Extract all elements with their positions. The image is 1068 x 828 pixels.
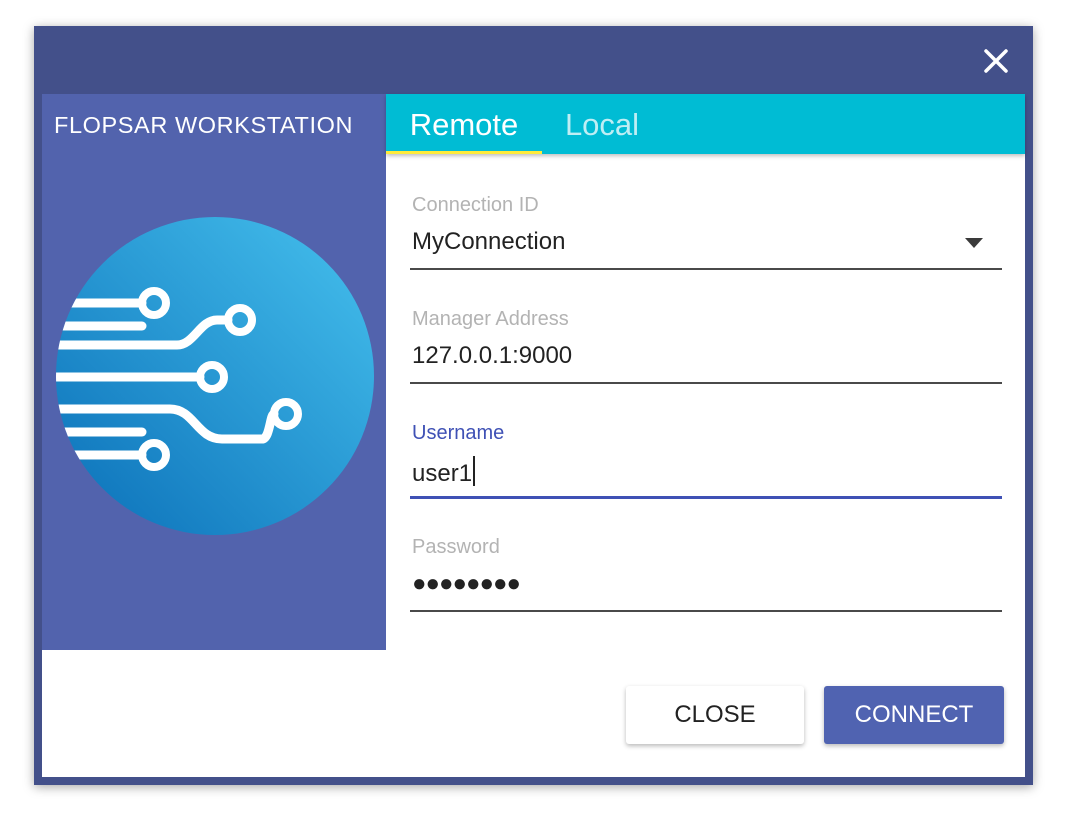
dropdown-arrow-icon[interactable] (965, 238, 983, 248)
username-label: Username (412, 422, 505, 444)
connect-button[interactable]: CONNECT (824, 686, 1004, 744)
sidebar: FLOPSAR WORKSTATION (42, 94, 386, 650)
connection-id-value[interactable]: MyConnection (412, 228, 565, 256)
close-button[interactable]: CLOSE (626, 686, 804, 744)
connection-id-underline (410, 268, 1002, 270)
password-input[interactable]: ●●●●●●●● (412, 570, 521, 598)
manager-address-label: Manager Address (412, 308, 569, 330)
tab-local[interactable]: Local (542, 94, 662, 154)
connection-dialog: FLOPSAR WORKSTATION Remote Local Connect… (34, 26, 1033, 785)
username-field[interactable]: Username user1 (410, 422, 1002, 502)
username-input[interactable]: user1 (412, 456, 476, 488)
close-icon[interactable] (979, 44, 1013, 78)
connection-id-label: Connection ID (412, 194, 539, 216)
text-caret (473, 456, 476, 486)
connection-id-select[interactable]: Connection ID MyConnection (410, 194, 1002, 274)
password-underline (410, 610, 1002, 612)
active-tab-indicator (386, 151, 542, 154)
manager-address-underline (410, 382, 1002, 384)
username-underline (410, 496, 1002, 499)
circuit-logo-icon (52, 216, 376, 545)
tab-bar: Remote Local (386, 94, 1025, 154)
dialog-body: FLOPSAR WORKSTATION Remote Local Connect… (42, 94, 1025, 777)
manager-address-field[interactable]: Manager Address 127.0.0.1:9000 (410, 308, 1002, 388)
manager-address-input[interactable]: 127.0.0.1:9000 (412, 342, 572, 370)
tab-remote[interactable]: Remote (386, 94, 542, 154)
username-value: user1 (412, 460, 473, 487)
password-field[interactable]: Password ●●●●●●●● (410, 536, 1002, 616)
brand-title: FLOPSAR WORKSTATION (54, 112, 354, 138)
password-label: Password (412, 536, 500, 558)
